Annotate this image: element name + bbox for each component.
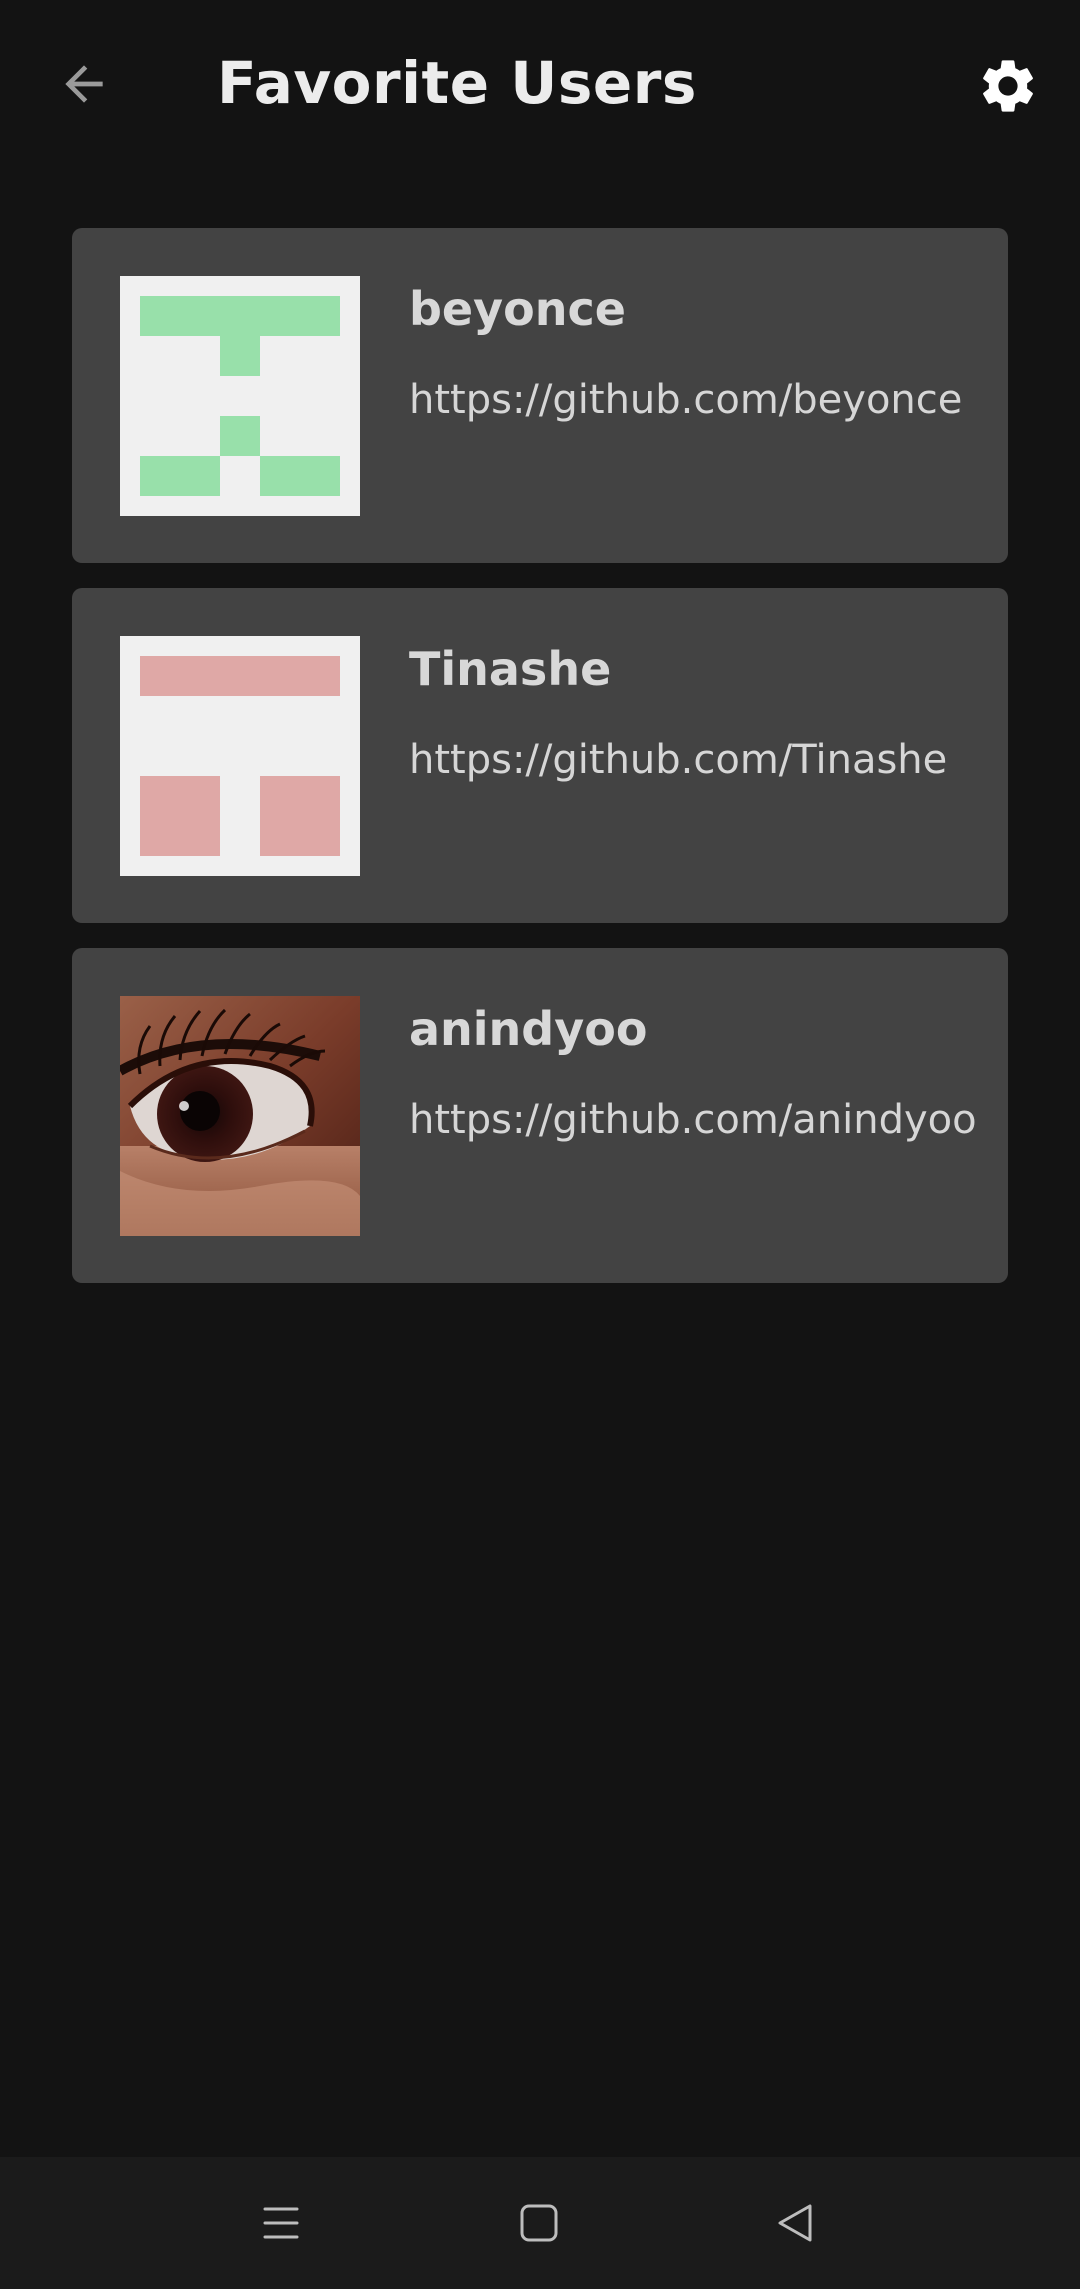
eye-photo <box>120 996 360 1236</box>
favorite-users-list: beyonce https://github.com/beyonce Tinas… <box>72 228 1008 1308</box>
recent-apps-button[interactable] <box>245 2187 317 2259</box>
user-url: https://github.com/Tinashe <box>409 737 948 783</box>
user-avatar <box>120 996 360 1236</box>
settings-button[interactable] <box>968 46 1048 126</box>
user-url: https://github.com/anindyoo <box>409 1097 977 1143</box>
favorite-users-screen: Favorite Users beyonce https://github.co… <box>0 0 1080 2289</box>
app-bar: Favorite Users <box>0 0 1080 170</box>
page-title: Favorite Users <box>217 49 697 117</box>
user-avatar <box>120 276 360 516</box>
user-url: https://github.com/beyonce <box>409 377 963 423</box>
user-name: Tinashe <box>409 642 612 696</box>
identicon-green <box>120 276 360 516</box>
menu-icon <box>263 2207 299 2239</box>
back-button[interactable] <box>44 44 124 124</box>
user-name: beyonce <box>409 282 626 336</box>
user-name: anindyoo <box>409 1002 648 1056</box>
home-icon <box>520 2204 558 2242</box>
system-back-button[interactable] <box>760 2187 832 2259</box>
user-card[interactable]: beyonce https://github.com/beyonce <box>72 228 1008 563</box>
identicon-pink <box>120 636 360 876</box>
back-triangle-icon <box>778 2204 812 2242</box>
user-avatar <box>120 636 360 876</box>
user-card[interactable]: anindyoo https://github.com/anindyoo <box>72 948 1008 1283</box>
home-button[interactable] <box>503 2187 575 2259</box>
gear-icon <box>983 60 1033 112</box>
arrow-back-icon <box>65 65 103 103</box>
system-nav-bar <box>0 2157 1080 2289</box>
user-card[interactable]: Tinashe https://github.com/Tinashe <box>72 588 1008 923</box>
